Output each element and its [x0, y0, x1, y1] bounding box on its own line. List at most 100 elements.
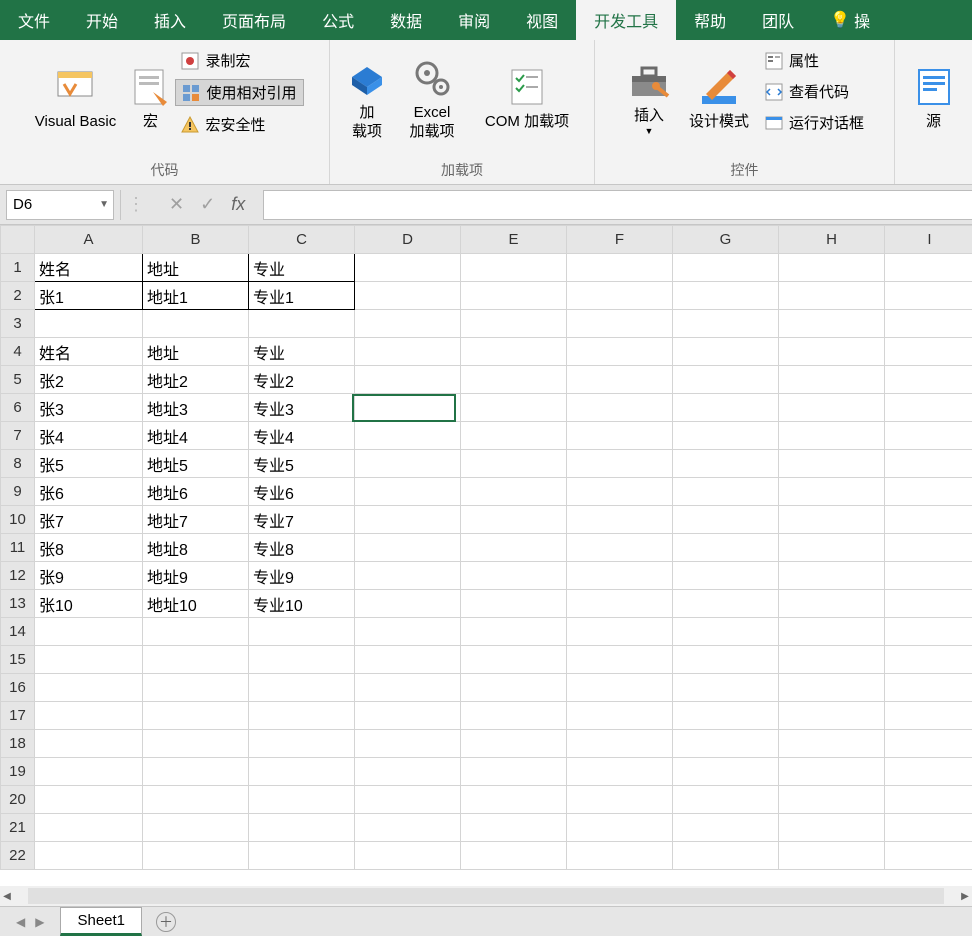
cell-C9[interactable]: 专业6 [249, 478, 355, 506]
cell-F4[interactable] [567, 338, 673, 366]
cell-B3[interactable] [143, 310, 249, 338]
cell-C15[interactable] [249, 646, 355, 674]
sheet-tab[interactable]: Sheet1 [60, 907, 142, 936]
cell-H19[interactable] [779, 758, 885, 786]
cell-E3[interactable] [461, 310, 567, 338]
cell-E16[interactable] [461, 674, 567, 702]
cell-D18[interactable] [355, 730, 461, 758]
col-header-H[interactable]: H [779, 226, 885, 254]
row-header-20[interactable]: 20 [1, 786, 35, 814]
cell-I7[interactable] [885, 422, 972, 450]
cell-E13[interactable] [461, 590, 567, 618]
cell-C7[interactable]: 专业4 [249, 422, 355, 450]
cell-A17[interactable] [35, 702, 143, 730]
cell-D3[interactable] [355, 310, 461, 338]
cell-H20[interactable] [779, 786, 885, 814]
cell-D14[interactable] [355, 618, 461, 646]
cell-E12[interactable] [461, 562, 567, 590]
row-header-15[interactable]: 15 [1, 646, 35, 674]
cell-H8[interactable] [779, 450, 885, 478]
cell-F5[interactable] [567, 366, 673, 394]
spreadsheet-grid[interactable]: ABCDEFGHI1姓名地址专业2张1地址1专业134姓名地址专业5张2地址2专… [0, 225, 972, 936]
cell-F20[interactable] [567, 786, 673, 814]
namebox-dropdown-icon[interactable]: ▼ [99, 199, 109, 210]
cell-G16[interactable] [673, 674, 779, 702]
cell-C18[interactable] [249, 730, 355, 758]
cell-G5[interactable] [673, 366, 779, 394]
cell-H13[interactable] [779, 590, 885, 618]
cell-I19[interactable] [885, 758, 972, 786]
cell-F12[interactable] [567, 562, 673, 590]
cell-B20[interactable] [143, 786, 249, 814]
cell-H7[interactable] [779, 422, 885, 450]
row-header-14[interactable]: 14 [1, 618, 35, 646]
col-header-G[interactable]: G [673, 226, 779, 254]
row-header-6[interactable]: 6 [1, 394, 35, 422]
cell-F18[interactable] [567, 730, 673, 758]
cell-E7[interactable] [461, 422, 567, 450]
row-header-18[interactable]: 18 [1, 730, 35, 758]
cell-C11[interactable]: 专业8 [249, 534, 355, 562]
prev-sheet-icon[interactable]: ◀ [16, 915, 25, 929]
cell-I22[interactable] [885, 842, 972, 870]
cell-I15[interactable] [885, 646, 972, 674]
cell-C6[interactable]: 专业3 [249, 394, 355, 422]
cell-H1[interactable] [779, 254, 885, 282]
cell-H5[interactable] [779, 366, 885, 394]
cell-G8[interactable] [673, 450, 779, 478]
cell-H15[interactable] [779, 646, 885, 674]
cell-D22[interactable] [355, 842, 461, 870]
cell-D12[interactable] [355, 562, 461, 590]
cell-F8[interactable] [567, 450, 673, 478]
cell-B2[interactable]: 地址1 [143, 282, 249, 310]
cell-B9[interactable]: 地址6 [143, 478, 249, 506]
cell-D19[interactable] [355, 758, 461, 786]
cell-D21[interactable] [355, 814, 461, 842]
cell-E5[interactable] [461, 366, 567, 394]
cell-C1[interactable]: 专业 [249, 254, 355, 282]
cell-H10[interactable] [779, 506, 885, 534]
cell-G22[interactable] [673, 842, 779, 870]
row-header-8[interactable]: 8 [1, 450, 35, 478]
cell-I6[interactable] [885, 394, 972, 422]
ribbon-tab-9[interactable]: 帮助 [676, 0, 744, 40]
cell-B15[interactable] [143, 646, 249, 674]
row-header-11[interactable]: 11 [1, 534, 35, 562]
cell-E2[interactable] [461, 282, 567, 310]
cell-F9[interactable] [567, 478, 673, 506]
cell-H16[interactable] [779, 674, 885, 702]
cell-F21[interactable] [567, 814, 673, 842]
cell-F16[interactable] [567, 674, 673, 702]
cell-B4[interactable]: 地址 [143, 338, 249, 366]
cell-G18[interactable] [673, 730, 779, 758]
ribbon-tab-2[interactable]: 插入 [136, 0, 204, 40]
ribbon-tab-5[interactable]: 数据 [372, 0, 440, 40]
menu-dots-icon[interactable]: ⋮ [121, 194, 151, 215]
cell-H17[interactable] [779, 702, 885, 730]
macro-security-button[interactable]: 宏安全性 [175, 112, 303, 137]
record-macro-button[interactable]: 录制宏 [175, 48, 303, 73]
cell-I3[interactable] [885, 310, 972, 338]
cell-B21[interactable] [143, 814, 249, 842]
cell-A7[interactable]: 张4 [35, 422, 143, 450]
cell-A15[interactable] [35, 646, 143, 674]
cell-B11[interactable]: 地址8 [143, 534, 249, 562]
cell-F13[interactable] [567, 590, 673, 618]
accept-formula-icon[interactable]: ✓ [200, 194, 215, 215]
cell-H6[interactable] [779, 394, 885, 422]
use-relative-refs-button[interactable]: 使用相对引用 [175, 79, 303, 106]
ribbon-tab-4[interactable]: 公式 [304, 0, 372, 40]
addins-button[interactable]: 加 载项 [337, 44, 397, 154]
cell-F17[interactable] [567, 702, 673, 730]
cell-D20[interactable] [355, 786, 461, 814]
cell-I1[interactable] [885, 254, 972, 282]
visual-basic-button[interactable]: Visual Basic [25, 44, 125, 154]
cell-F11[interactable] [567, 534, 673, 562]
cell-A16[interactable] [35, 674, 143, 702]
cell-C19[interactable] [249, 758, 355, 786]
cancel-formula-icon[interactable]: ✕ [169, 194, 184, 215]
macros-button[interactable]: 宏 [125, 44, 175, 154]
cell-C13[interactable]: 专业10 [249, 590, 355, 618]
cell-G7[interactable] [673, 422, 779, 450]
cell-E10[interactable] [461, 506, 567, 534]
